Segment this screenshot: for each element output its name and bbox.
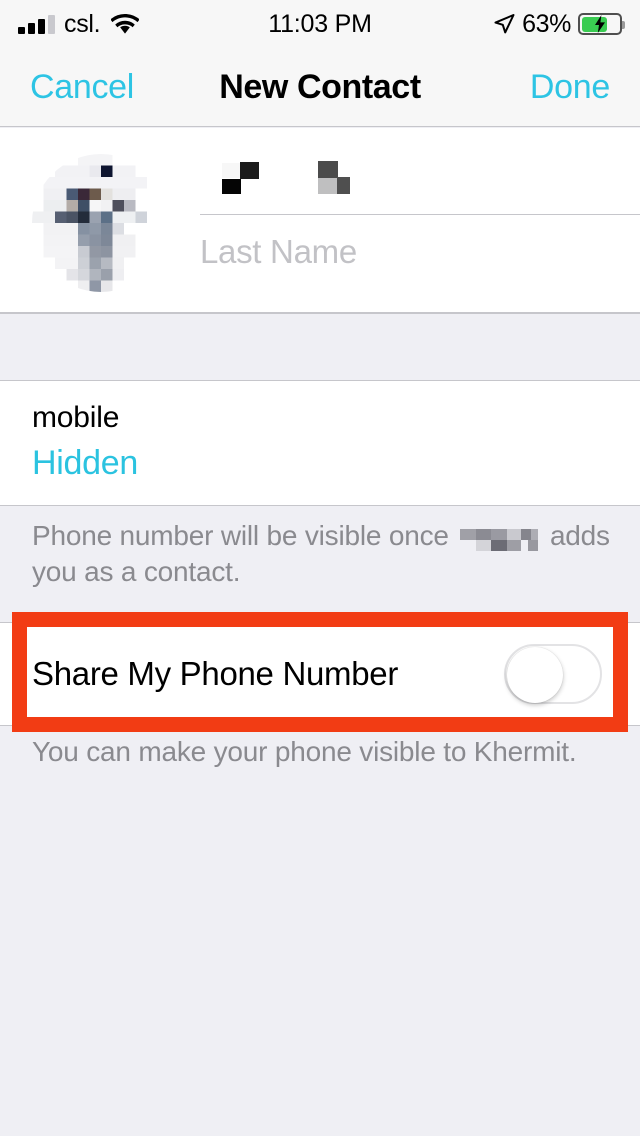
last-name-field[interactable]: Last Name xyxy=(200,214,640,289)
footnote-prefix-text: Phone number will be visible once xyxy=(32,520,449,551)
phone-visibility-footnote: Phone number will be visible once adds y… xyxy=(32,518,612,590)
phone-label-mobile: mobile xyxy=(32,401,120,434)
footnote-name-redacted xyxy=(460,524,539,552)
battery-percent-label: 63% xyxy=(522,9,571,38)
carrier-label: csl. xyxy=(64,9,101,38)
share-phone-label: Share My Phone Number xyxy=(32,655,399,692)
toggle-knob xyxy=(507,647,563,703)
contact-photo-name-section: Last Name xyxy=(0,128,640,313)
done-button[interactable]: Done xyxy=(530,68,610,107)
status-bar-left: csl. xyxy=(18,9,140,38)
share-phone-toggle[interactable] xyxy=(504,644,602,704)
phone-value-hidden[interactable]: Hidden xyxy=(32,444,138,483)
status-bar-right: 63% xyxy=(493,9,625,39)
battery-charging-icon xyxy=(578,13,625,35)
share-phone-footnote: You can make your phone visible to Kherm… xyxy=(32,736,577,767)
navigation-bar: Cancel New Contact Done xyxy=(0,48,640,127)
iphone-screen: csl. 11:03 PM 63% Cancel New Contact Don… xyxy=(0,0,640,1136)
first-name-field[interactable] xyxy=(200,140,640,214)
last-name-placeholder: Last Name xyxy=(200,233,357,270)
section-gap xyxy=(0,313,640,381)
phone-number-section[interactable]: mobile Hidden xyxy=(0,381,640,506)
wifi-icon xyxy=(109,13,140,35)
contact-photo-avatar[interactable] xyxy=(32,154,170,292)
name-fields-group: Last Name xyxy=(200,140,640,312)
share-my-phone-number-row[interactable]: Share My Phone Number xyxy=(0,622,640,726)
first-name-redacted-value xyxy=(200,160,350,194)
location-arrow-icon xyxy=(493,13,515,35)
cellular-signal-icon xyxy=(18,14,55,34)
status-bar: csl. 11:03 PM 63% xyxy=(0,0,640,48)
cancel-button[interactable]: Cancel xyxy=(30,68,134,107)
